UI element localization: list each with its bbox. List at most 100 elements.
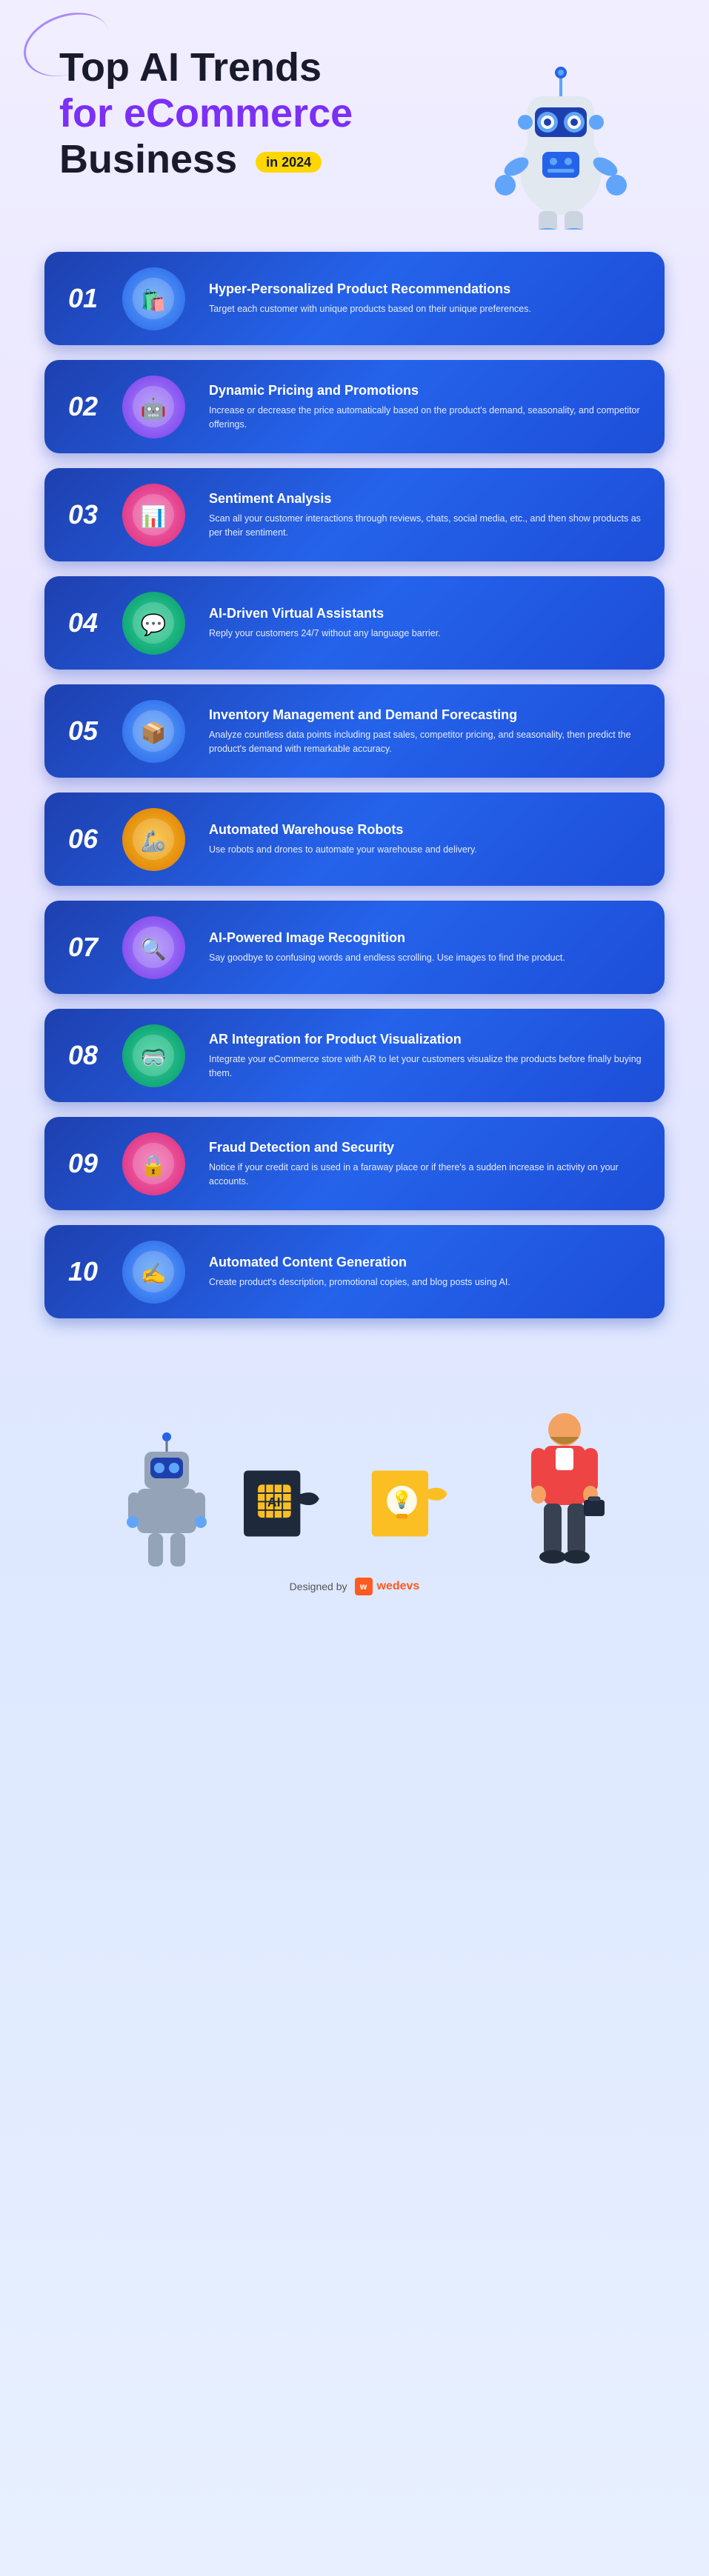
trend-card-03: 03 📊 Sentiment Analysis Scan all your cu…: [44, 468, 665, 561]
title-line2: for eCommerce: [59, 91, 353, 136]
trend-card-10: 10 ✍️ Automated Content Generation Creat…: [44, 1225, 665, 1318]
trend-desc-01: Target each customer with unique product…: [209, 302, 648, 316]
dark-puzzle-piece: AI: [236, 1452, 355, 1555]
trend-text-10: Automated Content Generation Create prod…: [202, 1254, 648, 1289]
designed-by-text: Designed by: [290, 1581, 347, 1592]
trend-card-07: 07 🔍 AI-Powered Image Recognition Say go…: [44, 901, 665, 994]
trend-number-07: 07: [61, 932, 105, 963]
footer-human-svg: [524, 1407, 605, 1570]
trend-card-05: 05 📦 Inventory Management and Demand For…: [44, 684, 665, 778]
icon-circle-07: 🔍: [122, 916, 185, 979]
header-section: Top AI Trends for eCommerce Business in …: [0, 0, 709, 237]
svg-text:💡: 💡: [391, 1490, 413, 1510]
wedevs-logo: w wedevs: [355, 1578, 420, 1595]
trend-title-01: Hyper-Personalized Product Recommendatio…: [209, 281, 648, 298]
trend-text-03: Sentiment Analysis Scan all your custome…: [202, 490, 648, 540]
ai-puzzle-center: AI 💡: [236, 1452, 473, 1555]
trend-desc-09: Notice if your credit card is used in a …: [209, 1161, 648, 1189]
trend-desc-03: Scan all your customer interactions thro…: [209, 512, 648, 540]
footer-section: AI 💡: [0, 1348, 709, 1618]
trend-icon-09: 🔒: [113, 1130, 194, 1197]
icon-circle-05: 📦: [122, 700, 185, 763]
trend-desc-04: Reply your customers 24/7 without any la…: [209, 627, 648, 641]
svg-text:📦: 📦: [141, 721, 167, 745]
trend-icon-10: ✍️: [113, 1238, 194, 1305]
svg-text:🤖: 🤖: [141, 396, 167, 421]
icon-circle-10: ✍️: [122, 1241, 185, 1304]
hero-robot-illustration: [457, 22, 665, 230]
trend-number-06: 06: [61, 824, 105, 855]
trend-desc-06: Use robots and drones to automate your w…: [209, 843, 648, 857]
trend-text-04: AI-Driven Virtual Assistants Reply your …: [202, 605, 648, 641]
title-line1: Top AI Trends: [59, 45, 322, 90]
trend-title-06: Automated Warehouse Robots: [209, 821, 648, 838]
trend-number-02: 02: [61, 391, 105, 422]
trend-icon-05: 📦: [113, 698, 194, 764]
wedevs-icon: w: [355, 1578, 373, 1595]
trend-card-04: 04 💬 AI-Driven Virtual Assistants Reply …: [44, 576, 665, 670]
trend-text-01: Hyper-Personalized Product Recommendatio…: [202, 281, 648, 316]
trend-text-09: Fraud Detection and Security Notice if y…: [202, 1139, 648, 1189]
svg-text:✍️: ✍️: [141, 1262, 167, 1285]
trend-number-09: 09: [61, 1148, 105, 1179]
trend-icon-08: 🥽: [113, 1022, 194, 1089]
icon-circle-06: 🦾: [122, 808, 185, 871]
trend-card-01: 01 🛍️ Hyper-Personalized Product Recomme…: [44, 252, 665, 345]
trend-title-10: Automated Content Generation: [209, 1254, 648, 1271]
trend-card-09: 09 🔒 Fraud Detection and Security Notice…: [44, 1117, 665, 1210]
trend-title-03: Sentiment Analysis: [209, 490, 648, 507]
footer-branding: Designed by w wedevs: [290, 1578, 420, 1595]
icon-circle-09: 🔒: [122, 1132, 185, 1195]
yellow-puzzle-piece: 💡: [355, 1452, 473, 1555]
trend-icon-04: 💬: [113, 590, 194, 656]
robot-svg: [457, 22, 665, 230]
trend-title-02: Dynamic Pricing and Promotions: [209, 382, 648, 399]
svg-text:🥽: 🥽: [141, 1046, 167, 1069]
trend-icon-06: 🦾: [113, 806, 194, 872]
trend-icon-02: 🤖: [113, 373, 194, 440]
trend-icon-01: 🛍️: [113, 265, 194, 332]
trend-title-05: Inventory Management and Demand Forecast…: [209, 707, 648, 724]
trend-number-04: 04: [61, 607, 105, 638]
page-wrapper: Top AI Trends for eCommerce Business in …: [0, 0, 709, 1618]
icon-circle-03: 📊: [122, 484, 185, 547]
trend-number-03: 03: [61, 499, 105, 530]
trend-desc-08: Integrate your eCommerce store with AR t…: [209, 1052, 648, 1081]
icon-circle-08: 🥽: [122, 1024, 185, 1087]
icon-circle-04: 💬: [122, 592, 185, 655]
trend-title-07: AI-Powered Image Recognition: [209, 930, 648, 947]
trend-desc-10: Create product's description, promotiona…: [209, 1275, 648, 1289]
title-line3: Business: [59, 137, 237, 181]
trend-text-02: Dynamic Pricing and Promotions Increase …: [202, 382, 648, 432]
trend-number-05: 05: [61, 715, 105, 747]
trend-title-04: AI-Driven Virtual Assistants: [209, 605, 648, 622]
svg-text:🔒: 🔒: [141, 1154, 167, 1178]
footer-illustration: AI 💡: [44, 1378, 665, 1570]
trends-container: 01 🛍️ Hyper-Personalized Product Recomme…: [0, 237, 709, 1348]
trend-number-08: 08: [61, 1040, 105, 1071]
trend-title-08: AR Integration for Product Visualization: [209, 1031, 648, 1048]
trend-desc-05: Analyze countless data points including …: [209, 728, 648, 756]
trend-desc-02: Increase or decrease the price automatic…: [209, 404, 648, 432]
icon-circle-01: 🛍️: [122, 267, 185, 330]
svg-text:🦾: 🦾: [141, 830, 167, 853]
brand-name: wedevs: [377, 1580, 420, 1593]
icon-circle-02: 🤖: [122, 376, 185, 438]
trend-card-02: 02 🤖 Dynamic Pricing and Promotions Incr…: [44, 360, 665, 453]
svg-text:💬: 💬: [141, 613, 167, 637]
year-badge: in 2024: [256, 152, 322, 173]
trend-number-01: 01: [61, 283, 105, 314]
footer-robot-svg: [119, 1407, 215, 1570]
svg-text:🔍: 🔍: [141, 935, 167, 961]
page-title: Top AI Trends for eCommerce Business in …: [59, 44, 415, 182]
trend-card-08: 08 🥽 AR Integration for Product Visualiz…: [44, 1009, 665, 1102]
trend-card-06: 06 🦾 Automated Warehouse Robots Use robo…: [44, 793, 665, 886]
svg-text:🛍️: 🛍️: [141, 288, 167, 313]
trend-desc-07: Say goodbye to confusing words and endle…: [209, 951, 648, 965]
trend-text-05: Inventory Management and Demand Forecast…: [202, 707, 648, 756]
trend-title-09: Fraud Detection and Security: [209, 1139, 648, 1156]
trend-number-10: 10: [61, 1256, 105, 1287]
trend-icon-03: 📊: [113, 481, 194, 548]
trend-text-08: AR Integration for Product Visualization…: [202, 1031, 648, 1081]
trend-text-06: Automated Warehouse Robots Use robots an…: [202, 821, 648, 857]
